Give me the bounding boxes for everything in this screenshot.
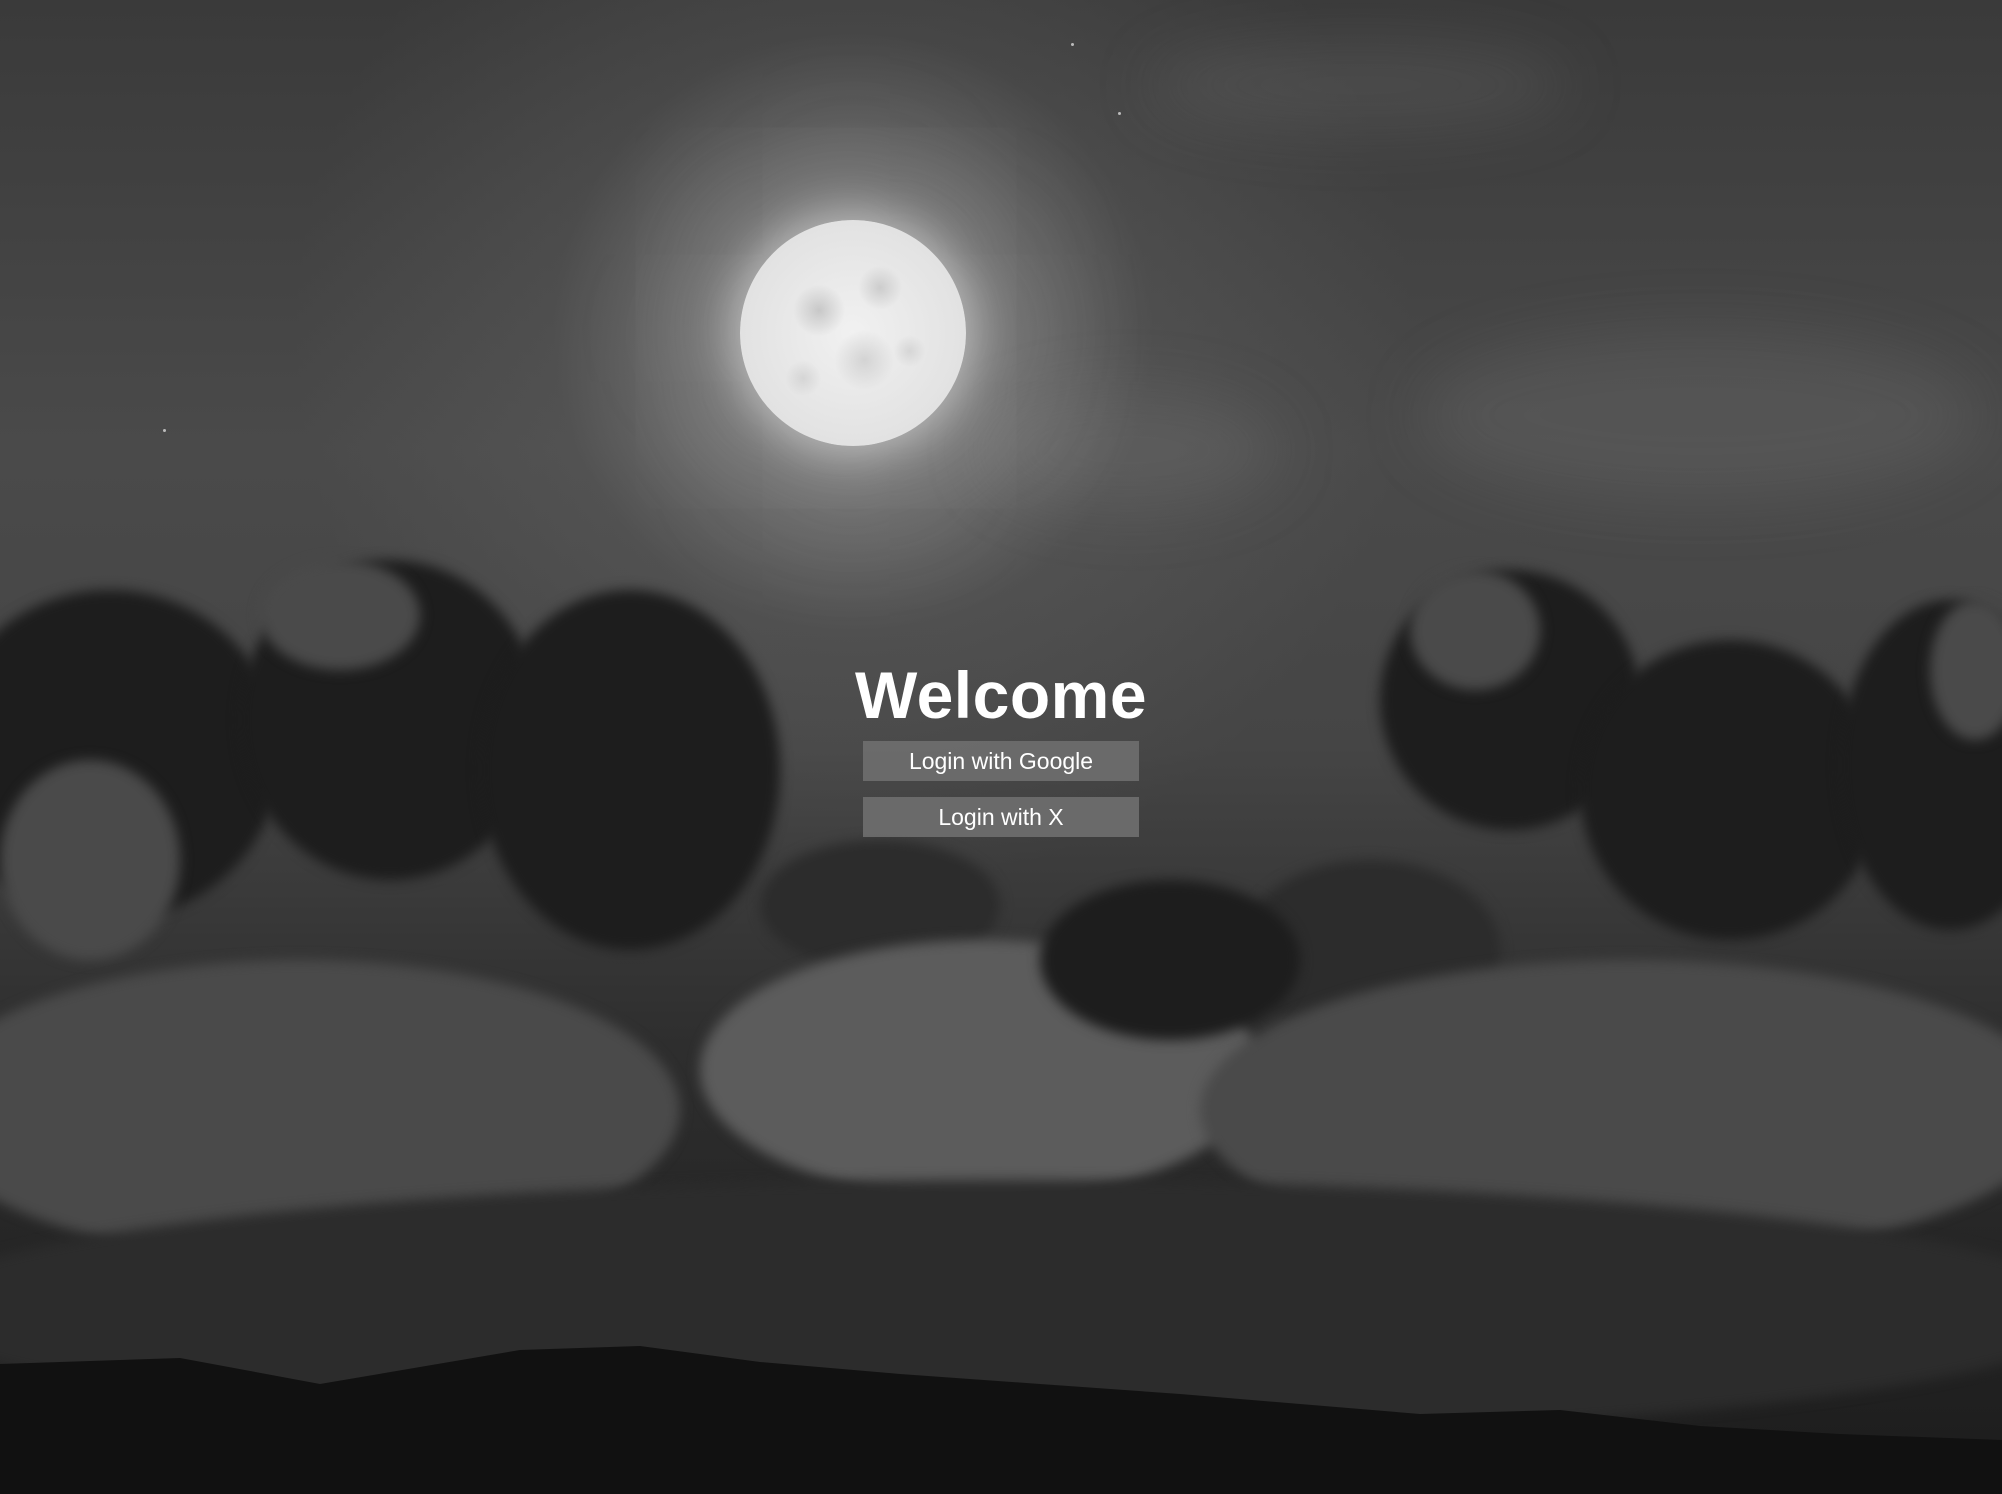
login-with-x-button[interactable]: Login with X (863, 797, 1139, 837)
star-icon (1071, 43, 1074, 46)
hills-silhouette (0, 1346, 2002, 1494)
sky-haze (1420, 330, 1980, 500)
login-with-x-label: Login with X (938, 803, 1064, 830)
star-icon (1118, 112, 1121, 115)
login-with-google-label: Login with Google (908, 747, 1094, 774)
background-scene: Welcome Login with Google Login with X (0, 0, 2002, 1494)
login-with-google-button[interactable]: Login with Google (863, 741, 1139, 781)
star-icon (163, 429, 166, 432)
welcome-heading: Welcome (854, 658, 1148, 732)
login-panel: Welcome Login with Google Login with X (0, 655, 2002, 837)
cloud-icon (260, 560, 420, 670)
sky-haze (980, 390, 1280, 510)
cloud-icon (1040, 880, 1300, 1040)
sky-haze (1150, 40, 1570, 130)
moon-icon (740, 220, 966, 446)
